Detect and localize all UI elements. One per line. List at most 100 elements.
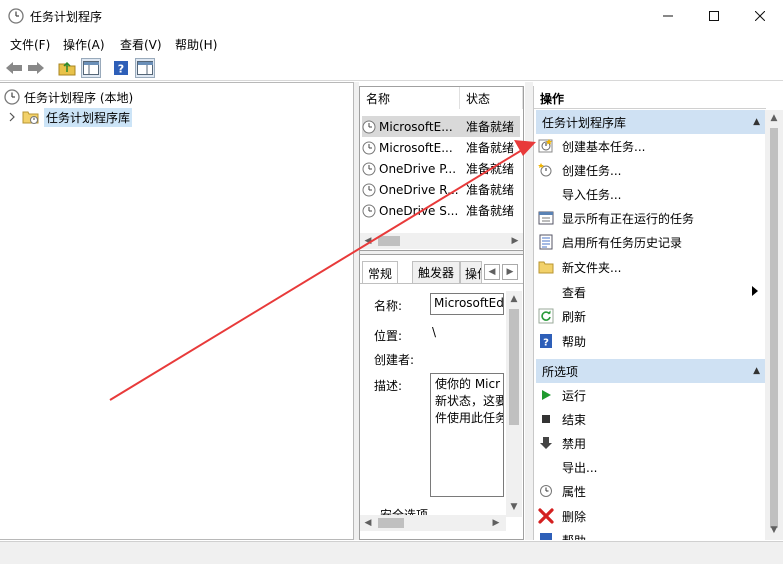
table-row[interactable]: OneDrive S... 准备就绪: [362, 200, 520, 221]
action-export[interactable]: 导出...: [538, 455, 764, 479]
collapse-icon[interactable]: ▲: [753, 366, 760, 376]
action-label: 新文件夹...: [562, 260, 622, 275]
actions-pane: 操作 任务计划程序库 ▲ 创建基本任务... 创建任务... 导入任务... 显…: [533, 86, 783, 540]
tab-general[interactable]: 常规: [362, 261, 399, 284]
task-clock-icon: [362, 183, 376, 197]
action-label: 显示所有正在运行的任务: [562, 211, 695, 226]
show-hide-action-pane-icon[interactable]: [135, 58, 155, 78]
menu-bar: 文件(F) 操作(A) 查看(V) 帮助(H): [0, 33, 783, 55]
action-label: 刷新: [562, 309, 587, 324]
task-details: 常规 触发器 操作 ◀ ▶ 名称: MicrosoftEd 位置: \ 创建者:…: [360, 261, 523, 539]
action-label: 属性: [562, 484, 587, 499]
up-folder-icon[interactable]: [57, 58, 77, 78]
actions-vscrollbar[interactable]: ▲ ▼: [765, 110, 783, 540]
tab-triggers[interactable]: 触发器: [412, 261, 461, 283]
tab-scroll-left-icon[interactable]: ◀: [484, 264, 500, 280]
scroll-down-icon[interactable]: ▼: [506, 499, 522, 515]
action-create-basic-task[interactable]: 创建基本任务...: [538, 134, 764, 158]
action-end[interactable]: 结束: [538, 407, 764, 431]
submenu-arrow-icon: [752, 286, 758, 296]
scroll-down-icon[interactable]: ▼: [766, 522, 782, 538]
table-row[interactable]: OneDrive P... 准备就绪: [362, 158, 520, 179]
scroll-up-icon[interactable]: ▲: [506, 291, 522, 307]
stop-icon: [538, 411, 554, 427]
task-status: 准备就绪: [466, 162, 515, 176]
tab-scroll-right-icon[interactable]: ▶: [502, 264, 518, 280]
details-hscrollbar[interactable]: ◀ ▶: [360, 515, 506, 531]
task-name: MicrosoftE...: [379, 119, 453, 134]
description-field[interactable]: 使你的 Micr 新状态，这要 件使用此任务: [430, 373, 504, 497]
task-list-hscrollbar[interactable]: ◀ ▶: [360, 233, 523, 249]
svg-text:?: ?: [118, 63, 124, 76]
task-status: 准备就绪: [466, 141, 515, 155]
scroll-right-icon[interactable]: ▶: [488, 515, 504, 531]
action-new-folder[interactable]: 新文件夹...: [538, 255, 764, 279]
task-status: 准备就绪: [466, 120, 515, 134]
pane-splitter[interactable]: [525, 82, 533, 540]
action-create-task[interactable]: 创建任务...: [538, 158, 764, 182]
menu-help[interactable]: 帮助(H): [175, 36, 217, 53]
section-header-library[interactable]: 任务计划程序库 ▲: [536, 110, 766, 134]
column-header-status[interactable]: 状态: [460, 87, 523, 109]
action-import-task[interactable]: 导入任务...: [538, 182, 764, 206]
scroll-thumb[interactable]: [378, 518, 404, 528]
refresh-icon: [538, 308, 554, 324]
run-icon: [538, 387, 554, 403]
task-clock-icon: [362, 141, 376, 155]
minimize-button[interactable]: [645, 0, 691, 32]
status-bar: [0, 541, 783, 564]
action-help-2[interactable]: 帮助: [538, 528, 764, 540]
menu-file[interactable]: 文件(F): [10, 36, 50, 53]
scroll-left-icon[interactable]: ◀: [360, 233, 376, 249]
maximize-button[interactable]: [691, 0, 737, 32]
help-icon: [538, 532, 554, 540]
menu-view[interactable]: 查看(V): [120, 36, 162, 53]
section-header-library-label: 任务计划程序库: [542, 115, 627, 130]
tab-actions[interactable]: 操作: [460, 261, 482, 283]
scroll-thumb[interactable]: [509, 309, 519, 425]
action-run[interactable]: 运行: [538, 383, 764, 407]
table-row[interactable]: MicrosoftE... 准备就绪: [362, 116, 520, 137]
table-row[interactable]: MicrosoftE... 准备就绪: [362, 137, 520, 158]
tree-item-library[interactable]: 任务计划程序库: [8, 107, 133, 127]
action-properties[interactable]: 属性: [538, 479, 764, 503]
basic-task-icon: [538, 138, 554, 154]
close-button[interactable]: [737, 0, 783, 32]
back-icon[interactable]: [4, 58, 24, 78]
action-show-running-tasks[interactable]: 显示所有正在运行的任务: [538, 206, 764, 230]
label-location: 位置:: [374, 329, 403, 343]
task-name: OneDrive S...: [379, 203, 459, 218]
scroll-up-icon[interactable]: ▲: [766, 110, 782, 126]
scroll-left-icon[interactable]: ◀: [360, 515, 376, 531]
scroll-thumb[interactable]: [378, 236, 400, 246]
scroll-thumb[interactable]: [770, 128, 778, 528]
task-clock-icon: [362, 204, 376, 218]
show-hide-tree-icon[interactable]: [81, 58, 101, 78]
chevron-right-icon[interactable]: [8, 112, 18, 122]
action-refresh[interactable]: 刷新: [538, 304, 764, 328]
action-help[interactable]: ? 帮助: [538, 329, 764, 353]
description-line: 件使用此任务: [435, 411, 504, 425]
action-delete[interactable]: 删除: [538, 504, 764, 528]
tab-actions-label: 操作: [465, 267, 481, 281]
action-view[interactable]: 查看: [538, 280, 764, 304]
action-label: 帮助: [562, 532, 586, 540]
collapse-icon[interactable]: ▲: [753, 117, 760, 127]
forward-icon[interactable]: [26, 58, 46, 78]
table-row[interactable]: OneDrive R... 准备就绪: [362, 179, 520, 200]
scroll-right-icon[interactable]: ▶: [507, 233, 523, 249]
name-field[interactable]: MicrosoftEd: [430, 293, 504, 315]
action-enable-history[interactable]: 启用所有任务历史记录: [538, 230, 764, 254]
tree-item-root[interactable]: 任务计划程序 (本地): [4, 87, 133, 107]
column-header-name[interactable]: 名称: [360, 87, 460, 109]
section-header-selected[interactable]: 所选项 ▲: [536, 359, 766, 383]
toolbar: ?: [0, 55, 783, 81]
folder-icon: [538, 259, 554, 275]
menu-action[interactable]: 操作(A): [63, 36, 105, 53]
description-line: 新状态，这要: [435, 394, 504, 408]
help-icon[interactable]: ?: [111, 58, 131, 78]
location-value: \: [432, 325, 437, 339]
action-disable[interactable]: 禁用: [538, 431, 764, 455]
horizontal-splitter[interactable]: [360, 250, 523, 255]
details-vscrollbar[interactable]: ▲ ▼: [506, 291, 522, 517]
